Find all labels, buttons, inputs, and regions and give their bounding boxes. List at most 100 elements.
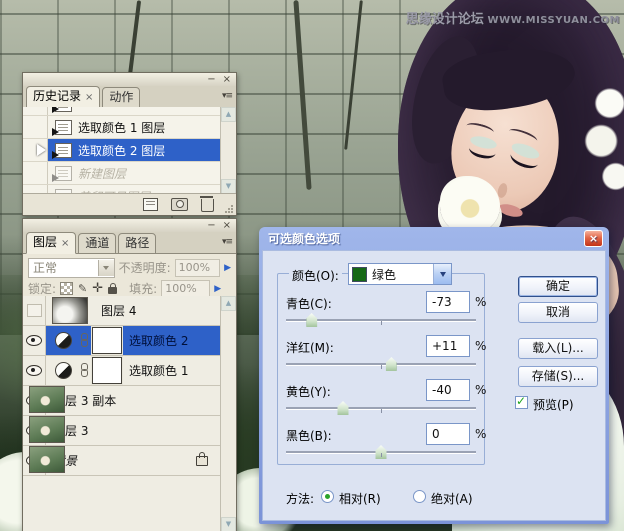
layer-row-background[interactable]: 背景 bbox=[23, 446, 220, 476]
preview-checkbox[interactable]: ✓ bbox=[515, 396, 528, 409]
dialog-title: 可选颜色选项 bbox=[268, 230, 340, 247]
history-item-label: 新建图层 bbox=[78, 165, 126, 182]
history-source-column[interactable] bbox=[23, 116, 48, 138]
layer-mask-thumbnail[interactable] bbox=[92, 357, 122, 384]
watermark-url: WWW.MISSYUAN.COM bbox=[488, 15, 620, 26]
adjustment-layer-icon[interactable] bbox=[55, 332, 72, 349]
percent-sign: % bbox=[475, 383, 486, 397]
lock-position-icon[interactable]: ✛ bbox=[92, 283, 103, 294]
cancel-button[interactable]: 取消 bbox=[518, 302, 598, 323]
history-state-icon bbox=[55, 107, 72, 112]
black-value-input[interactable]: 0 bbox=[426, 423, 470, 445]
layer-thumbnail[interactable] bbox=[52, 297, 88, 324]
opacity-arrow-icon[interactable]: ▶ bbox=[224, 263, 231, 273]
layer-thumbnail[interactable] bbox=[29, 446, 65, 473]
scroll-down-icon[interactable]: ▼ bbox=[221, 179, 236, 194]
tab-layers[interactable]: 图层× bbox=[26, 232, 76, 254]
layer-thumbnail[interactable] bbox=[29, 416, 65, 443]
layer-row[interactable]: 图层 3 副本 bbox=[23, 386, 220, 416]
dialog-close-button[interactable]: × bbox=[584, 230, 603, 247]
chevron-down-icon[interactable] bbox=[98, 260, 114, 276]
new-snapshot-icon[interactable] bbox=[171, 198, 188, 211]
visibility-toggle[interactable] bbox=[23, 326, 46, 355]
lock-pixels-icon[interactable]: ✎ bbox=[78, 283, 87, 294]
color-select-value: 绿色 bbox=[372, 266, 433, 283]
opacity-value[interactable]: 100% bbox=[175, 259, 220, 277]
percent-sign: % bbox=[475, 339, 486, 353]
tab-channels-label: 通道 bbox=[85, 236, 109, 250]
layer-name: 图层 4 bbox=[101, 302, 136, 319]
blend-mode-value: 正常 bbox=[29, 259, 98, 276]
magenta-value-input[interactable]: +11 bbox=[426, 335, 470, 357]
layer-thumbnail[interactable] bbox=[29, 386, 65, 413]
eye-icon bbox=[26, 365, 42, 376]
history-source-column[interactable] bbox=[23, 139, 48, 161]
resize-grip[interactable] bbox=[225, 204, 234, 213]
save-button[interactable]: 存储(S)... bbox=[518, 366, 598, 387]
photoshop-workspace: 思缘设计论坛 WWW.MISSYUAN.COM − × 历史记录× 动作 ▾≡ bbox=[0, 0, 624, 531]
cyan-slider-track[interactable] bbox=[286, 319, 476, 322]
layer-row[interactable]: 图层 4 bbox=[23, 296, 220, 326]
relative-radio[interactable] bbox=[321, 490, 334, 503]
history-scrollbar[interactable]: ▲ ▼ bbox=[220, 107, 236, 194]
tab-close-icon[interactable]: × bbox=[61, 238, 69, 249]
tab-history[interactable]: 历史记录× bbox=[26, 86, 100, 108]
tab-channels[interactable]: 通道 bbox=[78, 233, 116, 254]
black-slider-track[interactable] bbox=[286, 451, 476, 454]
tab-paths[interactable]: 路径 bbox=[118, 233, 156, 254]
fill-arrow-icon[interactable]: ▶ bbox=[214, 284, 221, 294]
watermark-site: 思缘设计论坛 bbox=[406, 12, 484, 27]
yellow-value-input[interactable]: -40 bbox=[426, 379, 470, 401]
visibility-toggle[interactable] bbox=[23, 296, 46, 325]
color-swatch bbox=[352, 267, 367, 282]
visibility-toggle[interactable] bbox=[23, 356, 46, 385]
minimize-icon[interactable]: − bbox=[207, 75, 215, 85]
history-item-partial[interactable] bbox=[23, 107, 220, 116]
history-item[interactable]: 选取颜色 1 图层 bbox=[23, 116, 220, 139]
flower-at-mouth bbox=[440, 176, 500, 234]
magenta-slider-track[interactable] bbox=[286, 363, 476, 366]
dialog-titlebar[interactable]: 可选颜色选项 × bbox=[262, 227, 606, 250]
layers-scrollbar[interactable]: ▲ ▼ bbox=[220, 296, 236, 531]
history-source-column[interactable] bbox=[23, 162, 48, 184]
absolute-radio[interactable] bbox=[413, 490, 426, 503]
fill-value[interactable]: 100% bbox=[161, 280, 210, 298]
layer-row-selected[interactable]: 选取颜色 2 bbox=[23, 326, 220, 356]
minimize-icon[interactable]: − bbox=[207, 221, 215, 231]
link-mask-icon bbox=[80, 333, 88, 348]
color-select[interactable]: 绿色 bbox=[348, 263, 452, 285]
tab-paths-label: 路径 bbox=[125, 236, 149, 250]
cyan-label: 青色(C): bbox=[286, 295, 332, 312]
tab-actions[interactable]: 动作 bbox=[102, 87, 140, 108]
layer-row[interactable]: 图层 3 bbox=[23, 416, 220, 446]
history-item[interactable]: 新建图层 bbox=[23, 162, 220, 185]
blend-mode-select[interactable]: 正常 bbox=[28, 258, 115, 278]
history-item-selected[interactable]: 选取颜色 2 图层 bbox=[23, 139, 220, 162]
layer-row[interactable]: 选取颜色 1 bbox=[23, 356, 220, 386]
flyout-menu-icon[interactable]: ▾≡ bbox=[222, 91, 232, 101]
close-icon[interactable]: × bbox=[223, 75, 231, 85]
scroll-up-icon[interactable]: ▲ bbox=[221, 107, 236, 122]
opacity-label: 不透明度: bbox=[119, 259, 171, 276]
chevron-down-icon[interactable] bbox=[433, 264, 451, 284]
adjustment-layer-icon[interactable] bbox=[55, 362, 72, 379]
history-item-label: 选取颜色 2 图层 bbox=[78, 142, 165, 159]
scroll-down-icon[interactable]: ▼ bbox=[221, 517, 236, 531]
delete-state-icon[interactable] bbox=[201, 199, 214, 212]
lock-transparency-icon[interactable] bbox=[60, 282, 73, 295]
percent-sign: % bbox=[475, 295, 486, 309]
close-icon[interactable]: × bbox=[223, 221, 231, 231]
cyan-value-input[interactable]: -73 bbox=[426, 291, 470, 313]
new-document-from-state-icon[interactable] bbox=[143, 198, 158, 211]
scroll-up-icon[interactable]: ▲ bbox=[221, 296, 236, 311]
history-source-column[interactable] bbox=[23, 107, 48, 115]
yellow-slider-track[interactable] bbox=[286, 407, 476, 410]
layer-mask-thumbnail[interactable] bbox=[92, 327, 122, 354]
tab-close-icon[interactable]: × bbox=[85, 92, 93, 103]
current-state-arrow-icon bbox=[37, 144, 46, 156]
load-button[interactable]: 载入(L)... bbox=[518, 338, 598, 359]
flyout-menu-icon[interactable]: ▾≡ bbox=[222, 237, 232, 247]
lock-all-icon[interactable] bbox=[108, 287, 117, 294]
preview-label: 预览(P) bbox=[533, 396, 574, 413]
ok-button[interactable]: 确定 bbox=[518, 276, 598, 297]
